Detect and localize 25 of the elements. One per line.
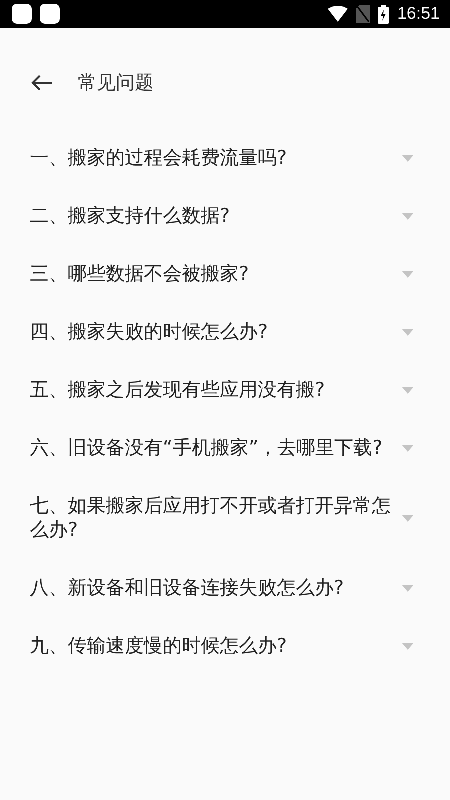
caret-icon[interactable]: [402, 270, 414, 278]
faq-question[interactable]: 二、搬家支持什么数据?: [30, 204, 392, 228]
faq-question[interactable]: 一、搬家的过程会耗费流量吗?: [30, 146, 392, 170]
caret-icon[interactable]: [402, 154, 414, 162]
caret-icon[interactable]: [402, 212, 414, 220]
notification-icon: [40, 4, 60, 24]
wifi-icon: [328, 6, 348, 22]
faq-question[interactable]: 四、搬家失败的时候怎么办?: [30, 320, 392, 344]
faq-question[interactable]: 五、搬家之后发现有些应用没有搬?: [30, 378, 392, 402]
no-sim-icon: [356, 5, 370, 23]
notification-icon: [12, 4, 32, 24]
caret-icon[interactable]: [402, 444, 414, 452]
battery-charging-icon: [378, 4, 390, 24]
caret-icon[interactable]: [402, 328, 414, 336]
status-time: 16:51: [397, 4, 440, 24]
caret-icon[interactable]: [402, 386, 414, 394]
caret-icon[interactable]: [402, 642, 414, 650]
faq-question[interactable]: 六、旧设备没有“手机搬家”，去哪里下载?: [30, 436, 392, 460]
faq-question[interactable]: 三、哪些数据不会被搬家?: [30, 262, 392, 286]
page-title: 常见问题: [78, 71, 154, 96]
caret-icon[interactable]: [402, 514, 414, 522]
caret-icon[interactable]: [402, 584, 414, 592]
faq-question[interactable]: 九、传输速度慢的时候怎么办?: [30, 634, 392, 658]
faq-question[interactable]: 七、如果搬家后应用打不开或者打开异常怎么办?: [30, 494, 392, 542]
faq-question[interactable]: 八、新设备和旧设备连接失败怎么办?: [30, 576, 392, 600]
